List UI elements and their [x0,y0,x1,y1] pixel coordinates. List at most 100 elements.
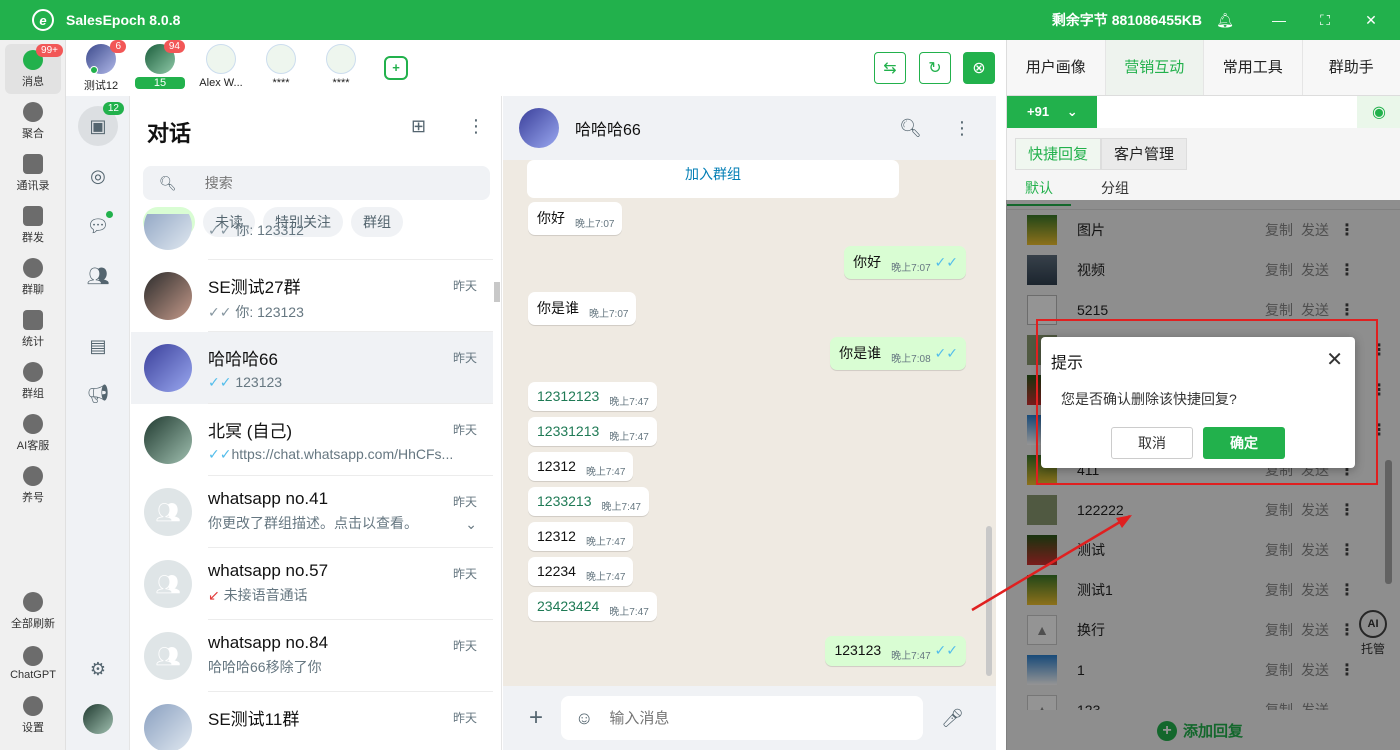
maximize-icon[interactable]: ⛶ [1302,12,1348,29]
contact-name[interactable]: 哈哈哈66 [575,116,641,140]
tab-customer-management[interactable]: 客户管理 [1101,138,1188,170]
chat-row-selected[interactable]: 哈哈哈66 ✓✓ 123123 昨天 [131,332,493,404]
tab-tools[interactable]: 常用工具 [1204,40,1303,95]
microphone-icon[interactable]: 🎤︎ [941,708,964,729]
aggregate-icon [23,101,43,122]
nav-group-chat[interactable]: 群聊 [5,252,61,302]
message-time: 晚上7:07 [891,263,931,274]
chevron-down-icon[interactable]: ⌄ [465,516,477,533]
communities-icon[interactable]: 👥︎ [83,261,113,291]
phone-input[interactable] [1097,96,1357,128]
nav-groups[interactable]: 群组 [5,356,61,406]
chevron-down-icon: ⌄ [1066,104,1078,119]
tab-quick-reply[interactable]: 快捷回复 [1015,138,1102,170]
sticker-icon[interactable]: ☺ [575,708,593,729]
close-window-icon[interactable]: ✕ [1348,12,1394,29]
status-icon[interactable]: ◎ [83,161,113,191]
contacts-icon [23,153,43,174]
chats-icon[interactable]: ▣ 12 [78,102,124,146]
bell-icon[interactable]: 🔔︎ [1202,12,1248,29]
chat-last-message: ✓✓ 你: 123123 [208,302,478,322]
bar-chart-icon [23,309,43,330]
chat-row[interactable]: 👥︎ whatsapp no.41 你更改了群组描述。点击以查看。 昨天 ⌄ [131,476,493,548]
store-icon[interactable]: ▤ [83,331,113,361]
nav-chatgpt[interactable]: ChatGPT [5,638,61,688]
close-circle-icon[interactable]: ⊗ [963,52,995,84]
scrollbar-thumb[interactable] [494,282,500,302]
panel-tabs: 用户画像 营销互动 常用工具 群助手 [1007,40,1400,96]
more-vertical-icon[interactable]: ⋮ [467,116,485,137]
nav-messages[interactable]: 消息 99+ [5,44,63,94]
group-avatar-icon: 👥︎ [144,632,192,680]
unread-badge: 94 [163,40,185,53]
channels-icon[interactable]: 💬︎ [83,211,113,241]
megaphone-icon[interactable]: 📢︎ [83,379,113,409]
account-tab[interactable]: **** [312,44,370,89]
chat-row[interactable]: SE测试11群 昨天 [131,692,493,750]
message-input[interactable] [609,709,900,727]
message-in: 12312123 晚上7:47 [528,382,657,411]
account-tab[interactable]: **** [252,44,310,89]
whatsapp-icon[interactable]: ◉ [1357,96,1400,128]
join-group-link[interactable]: 加入群组 [527,160,899,198]
more-vertical-icon[interactable]: ⋮ [953,118,971,139]
search-input[interactable] [204,175,455,191]
nav-label: 通讯录 [16,179,50,192]
country-code-select[interactable]: +91 ⌄ [1007,96,1097,128]
nav-broadcast[interactable]: 群发 [5,200,61,250]
chat-row[interactable]: 北冥 (自己) ✓✓https://chat.whatsapp.com/HhCF… [131,404,493,476]
account-tab[interactable]: 6 测试12 [72,40,130,93]
people-icon [23,361,43,382]
nav-ai-service[interactable]: AI客服 [5,408,61,458]
tab-group-assistant[interactable]: 群助手 [1302,40,1400,95]
contact-avatar[interactable] [519,108,559,148]
message-input-box[interactable]: ☺ [561,696,924,740]
tab-marketing[interactable]: 营销互动 [1105,40,1204,95]
gear-icon[interactable]: ⚙ [83,654,113,684]
message-out: 你是谁 晚上7:08 ✓✓ [830,337,966,370]
message-text: 12312 [537,528,576,544]
attach-plus-icon[interactable]: + [529,704,543,732]
annotation-arrow [971,514,1132,612]
switch-icon[interactable]: ⇆ [874,52,906,84]
message-text: 你好 [537,210,565,226]
nav-account-warming[interactable]: 养号 [5,460,61,510]
chat-row[interactable]: 👥︎ whatsapp no.57 ↙ 未接语音通话 昨天 [131,548,493,620]
nav-label: 设置 [22,721,44,734]
send-plane-icon [23,205,43,226]
avatar [206,44,236,74]
chat-name: whatsapp no.84 [208,633,329,652]
tab-user-profile[interactable]: 用户画像 [1007,40,1106,95]
nav-aggregate[interactable]: 聚合 [5,96,61,146]
conversation-header: 哈哈哈66 🔍︎ ⋮ [503,96,996,160]
chat-name: SE测试27群 [208,278,301,297]
profile-avatar[interactable] [83,704,113,734]
chat-name: 哈哈哈66 [208,350,278,369]
nav-stats[interactable]: 统计 [5,304,61,354]
chat-row[interactable]: SE测试27群 ✓✓ 你: 123123 昨天 [131,260,493,332]
chat-row[interactable]: ✓✓ 你: 123312 [131,214,493,260]
nav-badge: 99+ [36,44,63,57]
nav-label: ChatGPT [10,668,56,681]
message-text: 23423424 [537,598,600,614]
chat-time: 昨天 [452,495,477,509]
nav-contacts[interactable]: 通讯录 [5,148,61,198]
account-tab-active[interactable]: 94 15 [131,40,189,89]
search-box[interactable]: 🔍︎ [143,166,490,200]
message-text: 12312123 [537,388,600,404]
chat-list-scrollbar[interactable] [493,246,501,746]
minimize-icon[interactable]: — [1256,12,1302,28]
nav-refresh-all[interactable]: 全部刷新 [5,586,61,636]
message-in: 23423424 晚上7:47 [528,592,657,621]
search-icon[interactable]: 🔍︎ [899,118,922,139]
nav-settings[interactable]: 设置 [5,690,61,740]
nav-label: 全部刷新 [11,617,55,630]
message-time: 晚上7:47 [609,432,649,443]
chat-row[interactable]: 👥︎ whatsapp no.84 哈哈哈66移除了你 昨天 [131,620,493,692]
account-tab[interactable]: Alex W... [192,44,250,89]
new-chat-icon[interactable]: ⊞ [411,116,426,137]
add-account-icon[interactable]: + [384,56,408,80]
refresh-icon[interactable]: ↻ [919,52,951,84]
remaining-bytes: 剩余字节 881086455KB [1051,12,1202,28]
avatar [144,416,192,464]
